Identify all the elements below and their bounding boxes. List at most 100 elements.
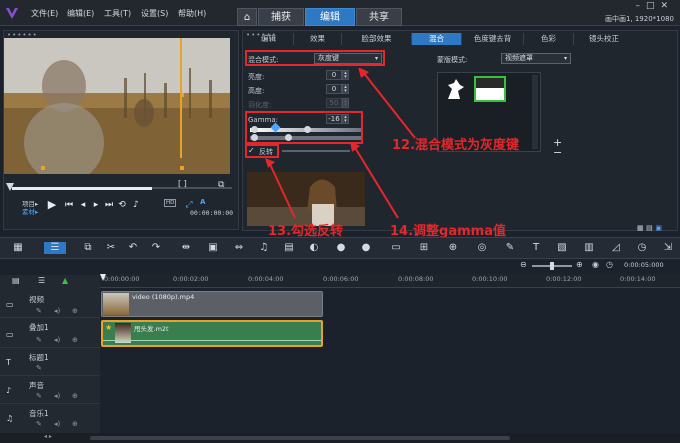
visibility-icon[interactable]: ⊕ — [72, 307, 78, 315]
volume-button[interactable]: ♪ — [131, 198, 141, 212]
timeline-ruler[interactable]: 0:00:00:00 0:00:02:00 0:00:04:00 0:00:06… — [100, 274, 680, 288]
volume-track-icon[interactable]: ◂) — [54, 307, 60, 315]
video-clip[interactable]: video (1080p).mp4 — [101, 291, 323, 317]
timeline-scrollbar[interactable]: ◂ ▸ — [0, 433, 680, 443]
height-input[interactable]: 0 — [326, 84, 342, 94]
timecode[interactable]: 00:00:00:00 — [190, 209, 233, 217]
speed-icon[interactable]: ◷ — [636, 242, 648, 254]
tab-edit[interactable]: 编辑 — [305, 8, 355, 26]
close-icon[interactable]: ✕ — [660, 1, 674, 11]
ripple-icon[interactable]: ⇔ — [233, 242, 245, 254]
grid-view-icon[interactable]: ▦ — [637, 224, 644, 232]
home-tab[interactable]: ⌂ — [237, 8, 257, 26]
minimize-icon[interactable]: – — [635, 1, 646, 11]
text-icon[interactable]: A — [200, 198, 205, 206]
timeline-empty-area[interactable] — [101, 348, 680, 433]
graph-icon[interactable]: ◿ — [610, 242, 622, 254]
clock-icon[interactable]: ◷ — [606, 260, 613, 269]
add-track-icon[interactable]: ▲ — [62, 276, 68, 285]
subtitle-icon[interactable]: ▭ — [390, 242, 402, 254]
mask-mode-select[interactable]: 视频遮罩 ▾ — [501, 53, 571, 64]
record-icon[interactable]: ● — [335, 242, 347, 254]
menu-help[interactable]: 帮助(H) — [178, 8, 206, 19]
menu-file[interactable]: 文件(E) — [31, 8, 58, 19]
height-spinner[interactable]: ▴ ▾ — [342, 84, 349, 94]
tracking-icon[interactable]: ◎ — [476, 242, 488, 254]
undo-icon[interactable]: ↶ — [127, 242, 139, 254]
remove-mask-button[interactable]: − — [553, 146, 562, 159]
scrub-bar[interactable]: [ ] ⧉ — [6, 179, 232, 195]
visibility-icon[interactable]: ⊕ — [72, 336, 78, 344]
trim-bracket-button[interactable]: [ ] — [178, 179, 187, 188]
mask-thumb-2[interactable] — [474, 76, 506, 102]
edit-track-icon[interactable]: ✎ — [36, 392, 42, 400]
mask-tool-icon[interactable]: ▧ — [556, 242, 568, 254]
tab-edit-options[interactable]: 编辑 — [244, 33, 294, 45]
edit-track-icon[interactable]: ✎ — [36, 364, 42, 372]
window-controls[interactable]: –□✕ — [635, 1, 674, 11]
storyboard-view-icon[interactable]: ▦ — [12, 242, 24, 254]
tab-effects[interactable]: 效果 — [294, 33, 342, 45]
visibility-icon[interactable]: ⊕ — [72, 392, 78, 400]
brightness-input[interactable]: 0 — [326, 70, 342, 80]
repeat-button[interactable]: ⟲ — [117, 198, 127, 212]
mix-icon[interactable]: ◐ — [308, 242, 320, 254]
prev-frame-button[interactable]: ◂ — [78, 198, 88, 212]
track-header-video[interactable]: ▭ 视频 ✎ ◂) ⊕ — [0, 290, 100, 318]
mask-thumb-1[interactable] — [442, 77, 470, 103]
tab-chroma-key[interactable]: 色度键去背 — [462, 33, 524, 45]
mask-scrollbar[interactable] — [532, 75, 538, 149]
track-list-icon[interactable]: ☰ — [38, 276, 45, 285]
track-header-overlay[interactable]: ▭ 叠加1 ✎ ◂) ⊕ — [0, 318, 100, 348]
menu-settings[interactable]: 设置(S) — [141, 8, 168, 19]
edit-track-icon[interactable]: ✎ — [36, 420, 42, 428]
tab-lens-correction[interactable]: 镜头校正 — [574, 33, 634, 45]
scroll-thumb[interactable] — [90, 436, 510, 440]
paint-icon[interactable]: ✎ — [504, 242, 516, 254]
audio-mix-icon[interactable]: ▥ — [583, 242, 595, 254]
visibility-icon[interactable]: ⊕ — [72, 420, 78, 428]
next-frame-button[interactable]: ▸ — [91, 198, 101, 212]
hd-badge[interactable]: HD — [164, 199, 177, 207]
detail-view-icon[interactable]: ▣ — [655, 224, 662, 232]
go-end-button[interactable]: ⏭ — [104, 198, 114, 212]
snapshot-icon[interactable]: ⧉ — [218, 180, 224, 190]
volume-track-icon[interactable]: ◂) — [54, 336, 60, 344]
clip-mode-label[interactable]: 素材▸ — [22, 206, 38, 216]
title-tool-icon[interactable]: T — [530, 242, 542, 254]
track-header-music[interactable]: ♫ 音乐1 ✎ ◂) ⊕ — [0, 404, 100, 432]
tab-blend[interactable]: 混合 — [412, 33, 462, 45]
track-header-title[interactable]: T 标题1 ✎ — [0, 348, 100, 376]
edit-track-icon[interactable]: ✎ — [36, 336, 42, 344]
multicam-icon[interactable]: ⊞ — [418, 242, 430, 254]
tab-share[interactable]: 共享 — [356, 8, 402, 26]
zoom-out-icon[interactable]: ⊖ — [520, 260, 527, 269]
panel-view-buttons[interactable]: ▦ ▤ ▣ — [637, 223, 675, 232]
timeline-view-icon[interactable]: ☰ — [44, 242, 66, 254]
tab-capture[interactable]: 捕获 — [258, 8, 304, 26]
volume-track-icon[interactable]: ◂) — [54, 420, 60, 428]
brightness-spinner[interactable]: ▴ ▾ — [342, 70, 349, 80]
volume-track-icon[interactable]: ◂) — [54, 392, 60, 400]
cut-icon[interactable]: ✂ — [105, 242, 117, 254]
audio-icon[interactable]: ♫ — [258, 242, 270, 254]
track-header-voice[interactable]: ♪ 声音 ✎ ◂) ⊕ — [0, 376, 100, 404]
fit-icon[interactable]: ◉ — [592, 260, 599, 269]
play-button[interactable]: ▶ — [46, 198, 58, 212]
track-manager-icon[interactable]: ▤ — [12, 276, 20, 285]
scroll-left-icon[interactable]: ◂ ▸ — [44, 433, 52, 440]
overlay-clip[interactable]: ★ 甩头发.m2t — [101, 320, 323, 347]
tab-color[interactable]: 色彩 — [524, 33, 574, 45]
menu-edit[interactable]: 编辑(E) — [67, 8, 94, 19]
menu-tools[interactable]: 工具(T) — [104, 8, 131, 19]
copy-icon[interactable]: ⧉ — [82, 242, 94, 254]
export-icon[interactable]: ⇲ — [662, 242, 674, 254]
edit-track-icon[interactable]: ✎ — [36, 307, 42, 315]
go-start-button[interactable]: ⏮ — [64, 198, 74, 212]
tab-face-effects[interactable]: 脸部效果 — [342, 33, 412, 45]
motion-icon[interactable]: ⊕ — [447, 242, 459, 254]
split-icon[interactable]: ⇹ — [180, 242, 192, 254]
zoom-time[interactable]: 0:00:05:000 — [624, 261, 664, 269]
zoom-handle[interactable] — [550, 262, 554, 270]
maximize-icon[interactable]: □ — [646, 1, 661, 11]
